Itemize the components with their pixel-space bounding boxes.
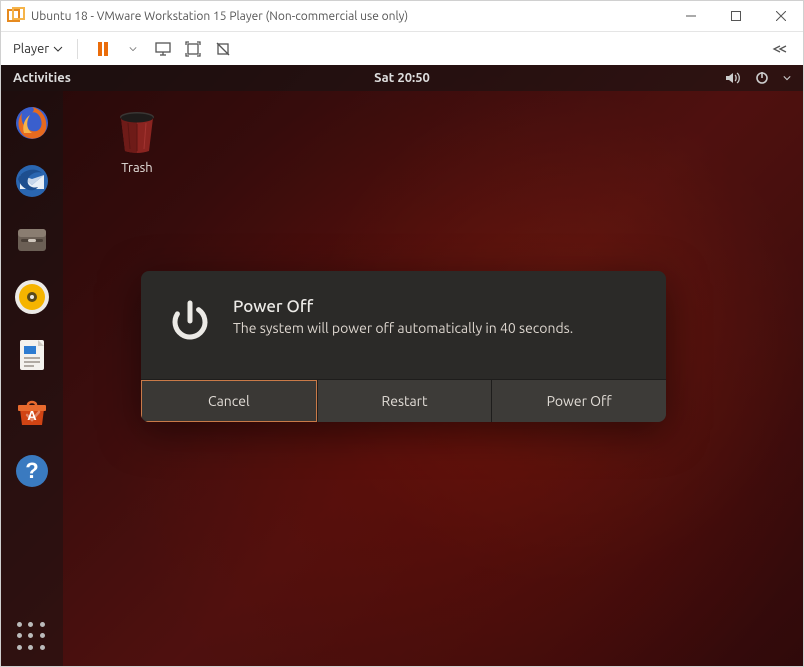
window-controls [668,1,803,31]
chevron-down-icon [783,74,791,82]
vmware-icon [7,7,25,25]
unity-button[interactable] [212,38,234,60]
power-icon [755,71,769,85]
svg-text:A: A [27,408,37,423]
activities-button[interactable]: Activities [13,71,71,85]
dock-help[interactable]: ? [10,449,54,493]
player-menu[interactable]: Player [9,42,67,56]
titlebar: Ubuntu 18 - VMware Workstation 15 Player… [1,1,803,31]
trash-icon [116,109,158,155]
dialog-title: Power Off [233,297,573,316]
maximize-button[interactable] [713,1,758,31]
separator [77,39,78,59]
vmware-window: Ubuntu 18 - VMware Workstation 15 Player… [0,0,804,667]
pause-dropdown[interactable] [122,38,144,60]
trash-label: Trash [101,161,173,175]
dialog-message: The system will power off automatically … [233,320,573,336]
pause-button[interactable] [92,38,114,60]
clock[interactable]: Sat 20:50 [374,71,430,85]
dock-rhythmbox[interactable] [10,275,54,319]
player-menu-label: Player [13,42,49,56]
cancel-button[interactable]: Cancel [141,380,317,422]
dock-libreoffice-writer[interactable] [10,333,54,377]
chevron-down-icon [53,44,63,54]
show-applications-button[interactable] [17,622,47,652]
window-title: Ubuntu 18 - VMware Workstation 15 Player… [31,10,668,23]
guest-desktop: Activities Sat 20:50 [1,65,803,666]
system-status-area[interactable] [725,71,791,85]
close-button[interactable] [758,1,803,31]
collapse-toolbar-button[interactable] [769,38,791,60]
gnome-topbar: Activities Sat 20:50 [1,65,803,91]
restart-button[interactable]: Restart [317,380,492,422]
dock: A ? [1,91,63,666]
send-ctrl-alt-del-button[interactable] [152,38,174,60]
fullscreen-button[interactable] [182,38,204,60]
vmware-toolbar: Player [1,31,803,65]
trash-desktop-icon[interactable]: Trash [101,109,173,175]
power-icon [167,297,213,343]
power-off-button[interactable]: Power Off [491,380,666,422]
dialog-buttons: Cancel Restart Power Off [141,379,666,422]
power-off-dialog: Power Off The system will power off auto… [141,271,666,422]
dock-ubuntu-software[interactable]: A [10,391,54,435]
dock-firefox[interactable] [10,101,54,145]
minimize-button[interactable] [668,1,713,31]
dock-thunderbird[interactable] [10,159,54,203]
volume-icon [725,71,741,85]
svg-text:?: ? [25,458,38,483]
dock-files[interactable] [10,217,54,261]
